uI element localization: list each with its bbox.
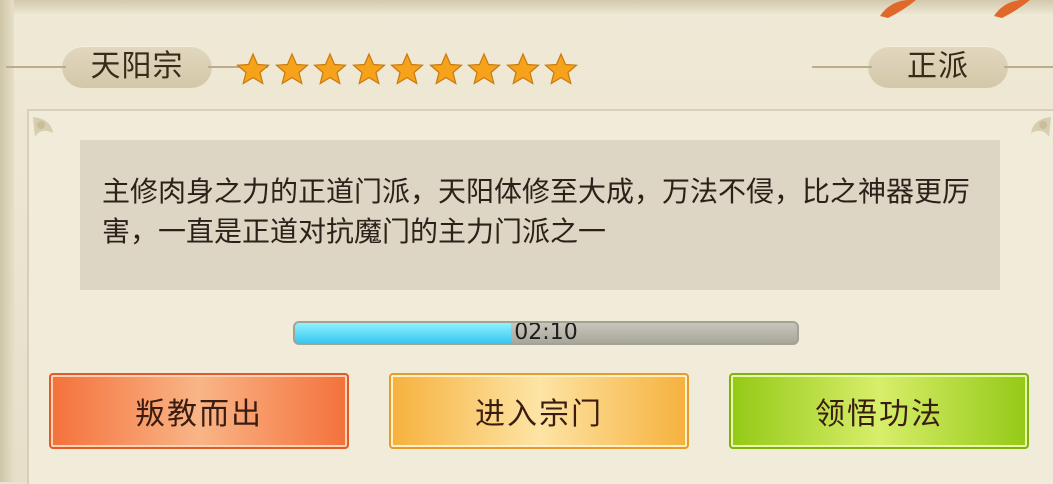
panel-left-border <box>0 0 14 482</box>
sect-description-box: 主修肉身之力的正道门派，天阳体修至大成，万法不侵，比之神器更厉害，一直是正道对抗… <box>80 140 1000 290</box>
learn-technique-button[interactable]: 领悟功法 <box>729 373 1029 449</box>
star-icon <box>428 52 463 85</box>
countdown-timer: 02:10 <box>514 321 578 345</box>
corner-ornament-icon <box>1031 117 1051 137</box>
star-icon <box>274 52 309 85</box>
sect-name-plaque: 天阳宗 <box>6 46 268 88</box>
star-icon <box>505 52 540 85</box>
alignment-plaque: 正派 <box>812 46 1053 88</box>
star-icon <box>351 52 386 85</box>
star-icon <box>390 52 424 85</box>
maple-leaf-icon <box>880 0 916 18</box>
star-icon <box>467 52 501 85</box>
maple-leaf-icon <box>994 0 1030 18</box>
star-icon <box>544 52 578 85</box>
sect-panel: 天阳宗 正派 主修肉身之力的正道门派，天阳体修至大成，万法不侵，比之神器更厉害，… <box>0 0 1053 484</box>
sect-name: 天阳宗 <box>90 49 184 84</box>
star-icon <box>313 52 347 85</box>
star-icon <box>236 52 270 85</box>
sect-rating-stars <box>236 52 583 86</box>
countdown-progress-bar: 02:10 <box>293 321 799 345</box>
sect-description: 主修肉身之力的正道门派，天阳体修至大成，万法不侵，比之神器更厉害，一直是正道对抗… <box>102 175 971 248</box>
enter-sect-button[interactable]: 进入宗门 <box>389 373 689 449</box>
sect-alignment: 正派 <box>907 49 969 84</box>
rebel-sect-button[interactable]: 叛教而出 <box>49 373 349 449</box>
corner-ornament-icon <box>33 117 53 137</box>
